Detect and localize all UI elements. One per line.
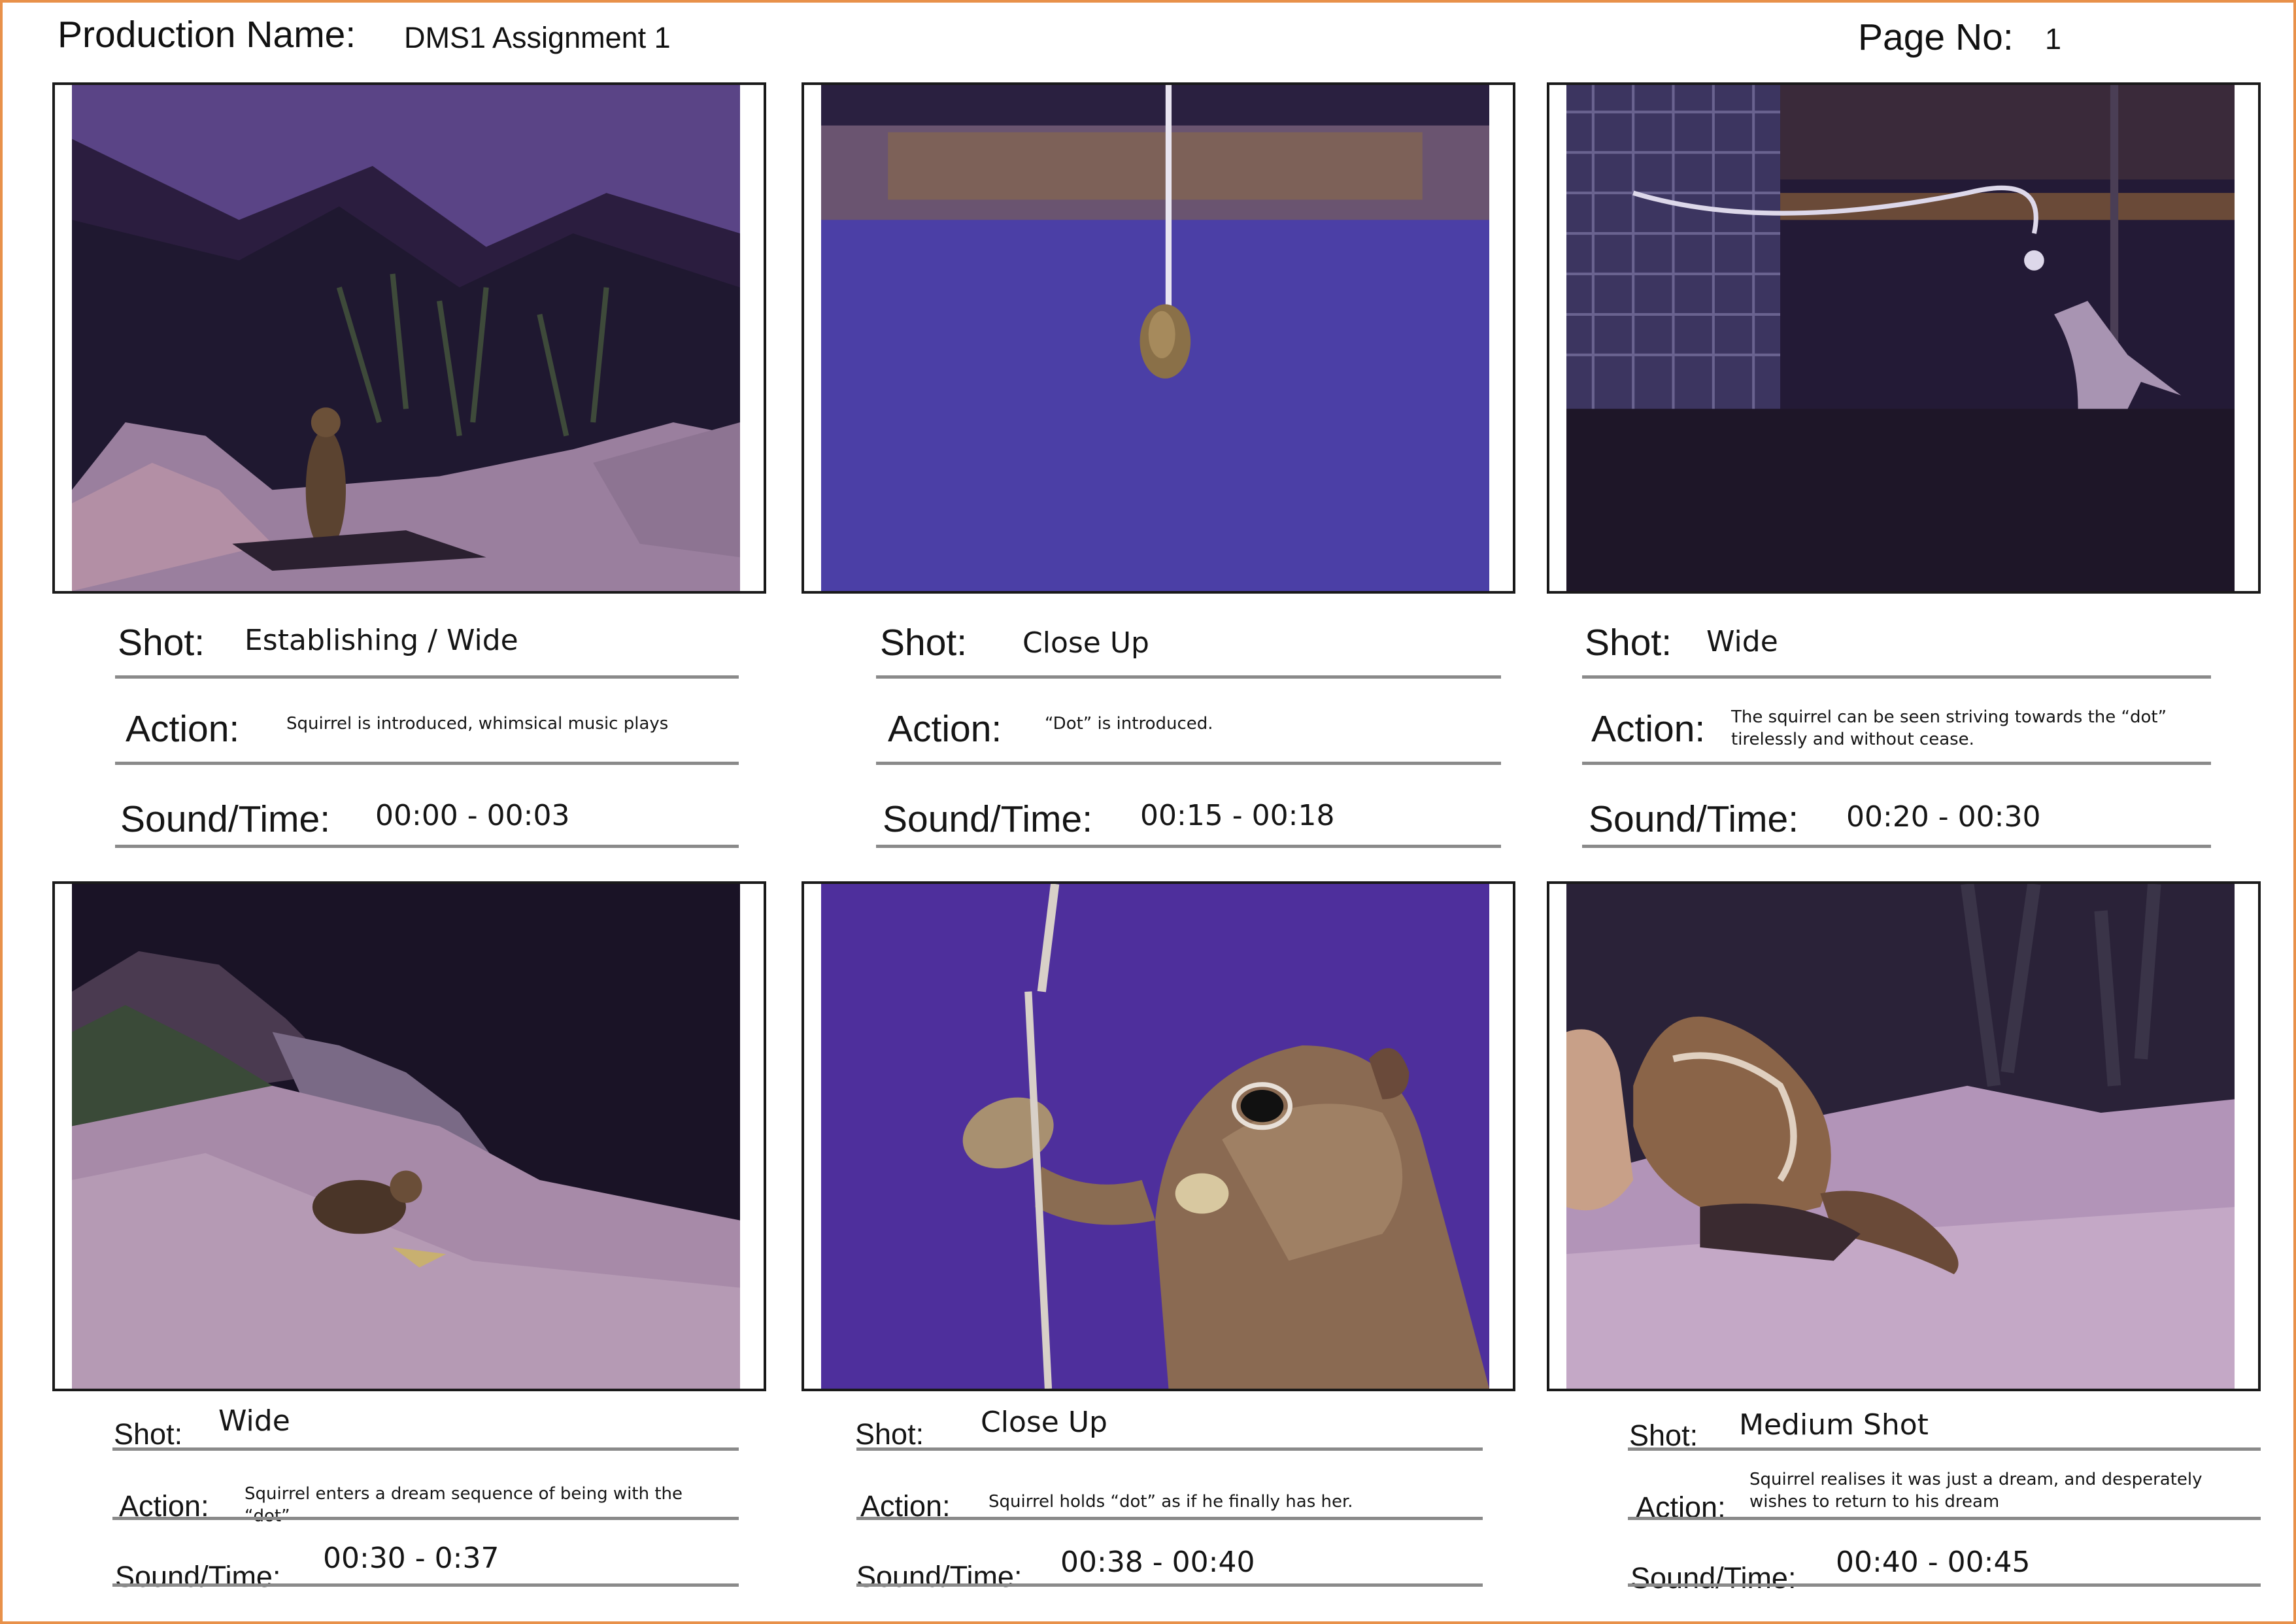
- action-value-4: Squirrel enters a dream sequence of bein…: [245, 1484, 683, 1526]
- action-underline-6: [1628, 1517, 2261, 1520]
- frame-image-squirrel-jumping: [1566, 85, 2235, 591]
- shot-value-1: Establishing / Wide: [245, 624, 518, 657]
- sound-time-value-3: 00:20 - 00:30: [1846, 800, 2041, 834]
- sound-time-value-1: 00:00 - 00:03: [375, 799, 570, 832]
- shot-value-5: Close Up: [981, 1406, 1107, 1439]
- sound-time-underline-3: [1582, 845, 2211, 848]
- shot-value-4: Wide: [218, 1404, 290, 1438]
- shot-value-2: Close Up: [1022, 626, 1149, 660]
- sound-time-underline-1: [115, 845, 739, 848]
- frame-image-squirrel-eating-rock: [72, 884, 740, 1389]
- storyboard-frame-6: [1547, 881, 2261, 1391]
- page-number-value: 1: [2045, 22, 2062, 56]
- action-underline-3: [1582, 762, 2211, 765]
- storyboard-frame-4: [52, 881, 766, 1391]
- frame-image-squirrel-closeup: [821, 884, 1489, 1389]
- action-value-1: Squirrel is introduced, whimsical music …: [286, 714, 669, 734]
- action-value-5: Squirrel holds “dot” as if he finally ha…: [988, 1492, 1353, 1512]
- page-number-label: Page No:: [1858, 16, 2014, 58]
- sound-time-label-1: Sound/Time:: [120, 798, 331, 840]
- shot-underline-5: [856, 1447, 1483, 1451]
- sound-time-label-6: Sound/Time:: [1630, 1561, 1797, 1595]
- sound-time-value-4: 00:30 - 0:37: [323, 1542, 499, 1575]
- action-underline-4: [112, 1517, 739, 1520]
- shot-underline-1: [115, 675, 739, 679]
- sound-time-underline-6: [1628, 1583, 2261, 1587]
- action-value-3: The squirrel can be seen striving toward…: [1731, 707, 2167, 749]
- sound-time-label-4: Sound/Time:: [115, 1560, 281, 1593]
- shot-underline-3: [1582, 675, 2211, 679]
- frame-image-hanging-peanut: [821, 85, 1489, 591]
- storyboard-frame-1: [52, 82, 766, 594]
- shot-label-2: Shot:: [880, 622, 968, 664]
- action-label-3: Action:: [1591, 708, 1706, 750]
- action-underline-1: [115, 762, 739, 765]
- storyboard-frame-5: [802, 881, 1515, 1391]
- frame-image-chipmunk-rock: [1566, 884, 2235, 1389]
- action-label-2: Action:: [888, 708, 1002, 750]
- sound-time-label-2: Sound/Time:: [883, 798, 1093, 840]
- storyboard-frame-3: [1547, 82, 2261, 594]
- sound-time-underline-2: [876, 845, 1501, 848]
- action-value-6: Squirrel realises it was just a dream, a…: [1749, 1470, 2203, 1512]
- sound-time-underline-5: [856, 1583, 1483, 1587]
- shot-underline-4: [112, 1447, 739, 1451]
- shot-value-3: Wide: [1706, 625, 1778, 658]
- action-label-1: Action:: [126, 708, 240, 750]
- sound-time-value-5: 00:38 - 00:40: [1060, 1546, 1255, 1579]
- sound-time-value-6: 00:40 - 00:45: [1836, 1546, 2031, 1579]
- shot-underline-2: [876, 675, 1501, 679]
- action-underline-5: [856, 1517, 1483, 1520]
- shot-label-3: Shot:: [1585, 622, 1672, 664]
- sound-time-label-3: Sound/Time:: [1589, 798, 1799, 840]
- action-value-2: “Dot” is introduced.: [1045, 714, 1213, 734]
- sound-time-value-2: 00:15 - 00:18: [1140, 799, 1335, 832]
- shot-label-1: Shot:: [118, 622, 205, 664]
- shot-label-5: Shot:: [855, 1417, 924, 1451]
- storyboard-frame-2: [802, 82, 1515, 594]
- shot-value-6: Medium Shot: [1739, 1408, 1929, 1442]
- production-name-label: Production Name:: [58, 14, 356, 56]
- frame-image-squirrel-standing: [72, 85, 740, 591]
- sound-time-underline-4: [112, 1583, 739, 1587]
- shot-label-4: Shot:: [114, 1417, 183, 1451]
- action-underline-2: [876, 762, 1501, 765]
- shot-underline-6: [1628, 1447, 2261, 1451]
- sound-time-label-5: Sound/Time:: [856, 1560, 1022, 1593]
- production-name-value: DMS1 Assignment 1: [404, 21, 671, 54]
